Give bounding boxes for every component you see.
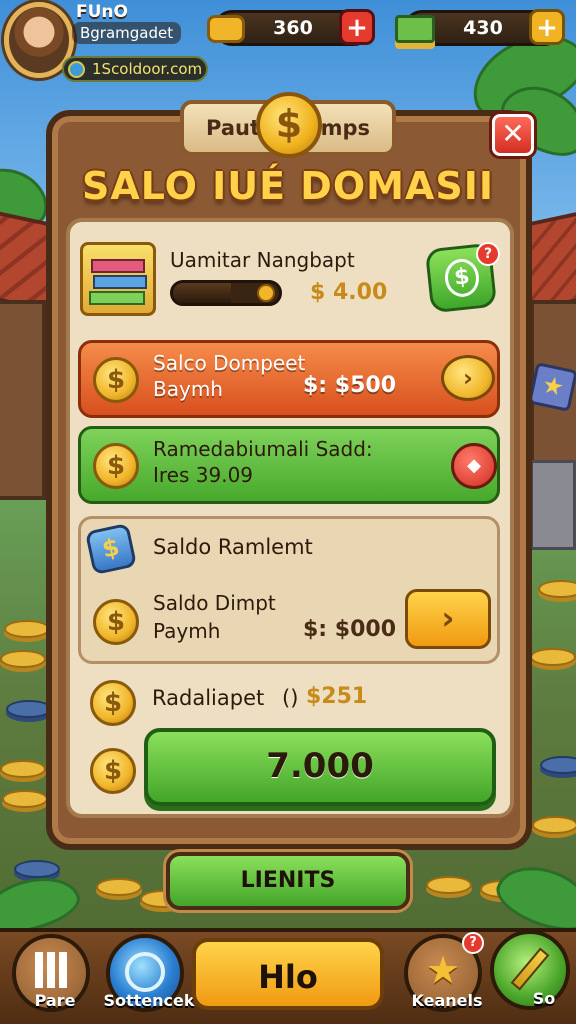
player-website[interactable]: 1Scoldoor.com — [62, 56, 208, 82]
star-gem-icon: ★ — [528, 362, 576, 412]
coin-icon: $ — [90, 748, 136, 794]
diamond-icon[interactable]: ◆ — [451, 443, 497, 489]
row-subtitle: Baymh — [153, 377, 223, 401]
book-stack-icon — [80, 242, 156, 316]
orb-icon — [125, 952, 165, 992]
wallet-row-green[interactable]: $ Ramedabiumali Sadd: Ires 39.09 ◆ — [78, 426, 500, 504]
upgrade-title: Uamitar Nangbapt — [170, 248, 355, 272]
wallet-row-orange[interactable]: $ Salco Dompeet Baymh $: $500 › — [78, 340, 500, 418]
confirm-amount-label: 7.000 — [266, 746, 374, 786]
saldo-card: $ Saldo Ramlemt $ Saldo Dimpt Paymh $: $… — [78, 516, 500, 664]
pencil-icon — [510, 947, 550, 991]
chevron-right-icon[interactable]: › — [441, 355, 495, 401]
coin-icon: $ — [90, 680, 136, 726]
upgrade-progress-bar — [170, 280, 282, 306]
total-label: Radaliapet — [152, 686, 265, 710]
dollar-coin-icon: $ — [256, 92, 322, 158]
nav-pause-label: Pare — [34, 991, 76, 1010]
coin-resource-counter: 360 + — [207, 9, 375, 46]
nav-edit[interactable]: So — [490, 930, 570, 1010]
card-heading: Saldo Ramlemt — [153, 535, 313, 559]
coin-amount: 360 — [273, 17, 313, 39]
nav-pause[interactable]: Pare — [12, 934, 90, 1012]
upgrade-row: Uamitar Nangbapt $ 4.00 $ ? — [80, 236, 500, 324]
player-name: FUnO — [76, 2, 128, 22]
row-subtitle: Ires 39.09 — [153, 463, 254, 487]
upgrade-alert-badge: ? — [476, 242, 500, 266]
nav-orb-label: Sottencek — [103, 991, 195, 1010]
close-button[interactable]: ✕ — [492, 114, 534, 156]
coin-icon: $ — [93, 357, 139, 403]
card-subtitle: Paymh — [153, 619, 221, 643]
globe-icon — [68, 61, 85, 78]
nav-kennels-label: Keanels — [411, 991, 483, 1010]
upgrade-amount: $ 4.00 — [310, 280, 388, 305]
coin-stack-icon — [205, 9, 249, 49]
confirm-amount-button[interactable]: 7.000 — [144, 728, 496, 806]
dollar-gem-icon: $ — [84, 522, 138, 576]
nav-orb[interactable]: Sottencek — [103, 934, 195, 1012]
nav-kennels[interactable]: ★ Keanels ? — [404, 932, 484, 1012]
add-cash-button[interactable]: + — [529, 9, 565, 45]
nav-center-button[interactable]: Hlo — [192, 938, 384, 1010]
card-title: Saldo Dimpt — [153, 591, 276, 615]
card-next-button[interactable]: › — [405, 589, 491, 649]
dialog-title: SALO IUÉ DOMASII — [81, 164, 495, 208]
coin-icon: $ — [93, 443, 139, 489]
card-amount: $: $000 — [303, 617, 396, 642]
nav-alert-badge: ? — [462, 932, 484, 954]
player-website-text: 1Scoldoor.com — [92, 60, 203, 78]
upgrade-progress-fill — [173, 283, 232, 303]
nav-edit-label: So — [532, 989, 556, 1008]
row-amount: $: $500 — [303, 373, 396, 398]
cash-resource-counter: 430 + — [395, 9, 565, 46]
cash-stack-icon — [395, 9, 439, 49]
add-coins-button[interactable]: + — [339, 9, 375, 45]
limits-label: LIENITS — [240, 868, 336, 893]
ribbon-left-label: Paut — [206, 116, 260, 140]
limits-button[interactable]: LIENITS — [166, 852, 410, 910]
nav-center-label: Hlo — [258, 958, 318, 996]
total-marker: () — [282, 686, 299, 710]
dollar-icon: $ — [443, 257, 481, 299]
progress-coin-icon — [257, 284, 275, 302]
cash-amount: 430 — [463, 17, 503, 39]
pause-icon — [35, 952, 67, 988]
player-subtitle: Bgramgadet — [72, 22, 182, 44]
coin-icon: $ — [93, 599, 139, 645]
row-title: Ramedabiumali Sadd: — [153, 437, 373, 461]
row-title: Salco Dompeet — [153, 351, 306, 375]
total-amount: $251 — [306, 684, 368, 709]
star-icon: ★ — [425, 948, 461, 992]
